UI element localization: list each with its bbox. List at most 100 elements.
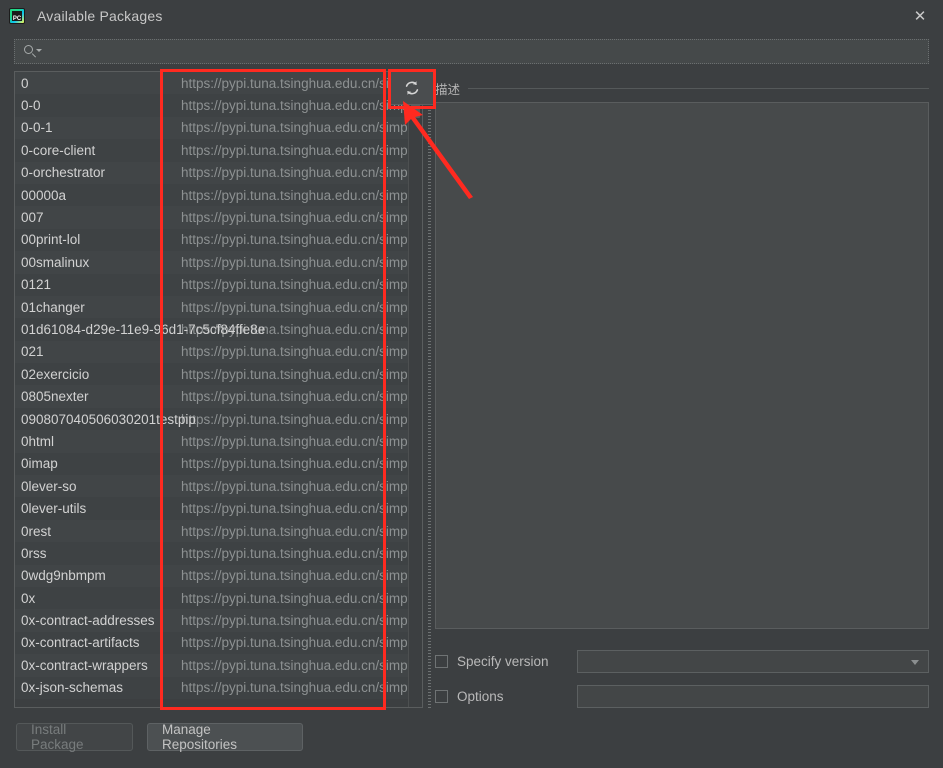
- install-options: Specify version Options: [435, 638, 929, 708]
- package-name-cell: 0121: [15, 277, 175, 292]
- table-row[interactable]: 0resthttps://pypi.tuna.tsinghua.edu.cn/s…: [15, 520, 409, 542]
- description-header: 描述: [435, 79, 929, 97]
- package-name-cell: 0-0-1: [15, 120, 175, 135]
- package-repository-cell: https://pypi.tuna.tsinghua.edu.cn/simple…: [175, 434, 409, 449]
- options-label: Options: [457, 689, 577, 704]
- package-repository-cell: https://pypi.tuna.tsinghua.edu.cn/simple…: [175, 613, 409, 628]
- description-body: [435, 102, 929, 629]
- table-row[interactable]: 00000ahttps://pypi.tuna.tsinghua.edu.cn/…: [15, 184, 409, 206]
- search-icon[interactable]: [15, 45, 45, 58]
- version-combobox[interactable]: [577, 650, 929, 673]
- package-name-cell: 021: [15, 344, 175, 359]
- table-row[interactable]: 0121https://pypi.tuna.tsinghua.edu.cn/si…: [15, 274, 409, 296]
- pycharm-icon: PC: [9, 8, 25, 24]
- package-name-cell: 0-orchestrator: [15, 165, 175, 180]
- package-repository-cell: https://pypi.tuna.tsinghua.edu.cn/simple…: [175, 367, 409, 382]
- table-row[interactable]: 0wdg9nbmpmhttps://pypi.tuna.tsinghua.edu…: [15, 565, 409, 587]
- title-bar: PC Available Packages ✕: [0, 0, 943, 31]
- package-repository-cell: https://pypi.tuna.tsinghua.edu.cn/simple…: [175, 658, 409, 673]
- table-row[interactable]: 0805nexterhttps://pypi.tuna.tsinghua.edu…: [15, 385, 409, 407]
- package-repository-cell: https://pypi.tuna.tsinghua.edu.cn/simple…: [175, 524, 409, 539]
- package-repository-cell: https://pypi.tuna.tsinghua.edu.cn/simple…: [175, 412, 409, 427]
- refresh-icon[interactable]: [390, 70, 434, 105]
- description-title: 描述: [435, 79, 468, 98]
- package-name-cell: 0805nexter: [15, 389, 175, 404]
- package-repository-cell: https://pypi.tuna.tsinghua.edu.cn/simple…: [175, 501, 409, 516]
- table-row[interactable]: 0x-contract-artifactshttps://pypi.tuna.t…: [15, 632, 409, 654]
- app-icon-label: PC: [10, 16, 24, 22]
- package-repository-cell: https://pypi.tuna.tsinghua.edu.cn/simple…: [175, 568, 409, 583]
- table-row[interactable]: 0htmlhttps://pypi.tuna.tsinghua.edu.cn/s…: [15, 430, 409, 452]
- install-package-button[interactable]: Install Package: [16, 723, 133, 751]
- package-name-cell: 01changer: [15, 300, 175, 315]
- available-packages-table[interactable]: 0https://pypi.tuna.tsinghua.edu.cn/simpl…: [14, 71, 423, 708]
- package-name-cell: 0html: [15, 434, 175, 449]
- description-panel: 描述 Specify version Options: [435, 71, 929, 708]
- package-name-cell: 0-core-client: [15, 143, 175, 158]
- package-name-cell: 00smalinux: [15, 255, 175, 270]
- specify-version-label: Specify version: [457, 654, 577, 669]
- package-name-cell: 0rest: [15, 524, 175, 539]
- table-row[interactable]: 0-0-1https://pypi.tuna.tsinghua.edu.cn/s…: [15, 117, 409, 139]
- package-repository-cell: https://pypi.tuna.tsinghua.edu.cn/simple…: [175, 188, 409, 203]
- table-row[interactable]: 007https://pypi.tuna.tsinghua.edu.cn/sim…: [15, 206, 409, 228]
- specify-version-row: Specify version: [435, 650, 929, 672]
- package-repository-cell: https://pypi.tuna.tsinghua.edu.cn/simple…: [175, 456, 409, 471]
- package-repository-cell: https://pypi.tuna.tsinghua.edu.cn/simple…: [175, 255, 409, 270]
- package-list-scrollbar[interactable]: [408, 72, 422, 707]
- table-row[interactable]: 0x-json-schemashttps://pypi.tuna.tsinghu…: [15, 677, 409, 699]
- package-rows-container[interactable]: 0https://pypi.tuna.tsinghua.edu.cn/simpl…: [15, 72, 409, 707]
- table-row[interactable]: 0xhttps://pypi.tuna.tsinghua.edu.cn/simp…: [15, 587, 409, 609]
- table-row[interactable]: 0https://pypi.tuna.tsinghua.edu.cn/simpl…: [15, 72, 409, 94]
- package-repository-cell: https://pypi.tuna.tsinghua.edu.cn/simple…: [175, 591, 409, 606]
- table-row[interactable]: 00smalinuxhttps://pypi.tuna.tsinghua.edu…: [15, 251, 409, 273]
- table-row[interactable]: 0imaphttps://pypi.tuna.tsinghua.edu.cn/s…: [15, 453, 409, 475]
- package-repository-cell: https://pypi.tuna.tsinghua.edu.cn/simple…: [175, 210, 409, 225]
- table-row[interactable]: 01changerhttps://pypi.tuna.tsinghua.edu.…: [15, 296, 409, 318]
- window-title: Available Packages: [37, 8, 163, 24]
- package-repository-cell: https://pypi.tuna.tsinghua.edu.cn/simple…: [175, 98, 409, 113]
- package-repository-cell: https://pypi.tuna.tsinghua.edu.cn/simple…: [175, 344, 409, 359]
- package-repository-cell: https://pypi.tuna.tsinghua.edu.cn/simple…: [175, 120, 409, 135]
- close-icon[interactable]: ✕: [897, 0, 943, 31]
- manage-repositories-button[interactable]: Manage Repositories: [147, 723, 303, 751]
- package-repository-cell: https://pypi.tuna.tsinghua.edu.cn/simple…: [175, 635, 409, 650]
- package-repository-cell: https://pypi.tuna.tsinghua.edu.cn/simple…: [175, 546, 409, 561]
- search-bar[interactable]: [14, 39, 929, 64]
- package-name-cell: 0rss: [15, 546, 175, 561]
- table-row[interactable]: 021https://pypi.tuna.tsinghua.edu.cn/sim…: [15, 341, 409, 363]
- options-checkbox[interactable]: [435, 690, 448, 703]
- table-row[interactable]: 0-core-clienthttps://pypi.tuna.tsinghua.…: [15, 139, 409, 161]
- package-name-cell: 00print-lol: [15, 232, 175, 247]
- package-name-cell: 0wdg9nbmpm: [15, 568, 175, 583]
- table-row[interactable]: 0x-contract-addresseshttps://pypi.tuna.t…: [15, 609, 409, 631]
- package-name-cell: 0-0: [15, 98, 175, 113]
- table-row[interactable]: 0-orchestratorhttps://pypi.tuna.tsinghua…: [15, 162, 409, 184]
- table-row[interactable]: 0lever-sohttps://pypi.tuna.tsinghua.edu.…: [15, 475, 409, 497]
- package-name-cell: 0x-json-schemas: [15, 680, 175, 695]
- options-input[interactable]: [577, 685, 929, 708]
- table-row[interactable]: 0x-contract-wrappershttps://pypi.tuna.ts…: [15, 654, 409, 676]
- description-separator: [468, 88, 929, 89]
- package-repository-cell: https://pypi.tuna.tsinghua.edu.cn/simple…: [175, 232, 409, 247]
- panel-splitter[interactable]: [424, 71, 435, 708]
- search-input[interactable]: [45, 44, 928, 59]
- package-repository-cell: https://pypi.tuna.tsinghua.edu.cn/simple…: [175, 300, 409, 315]
- package-repository-cell: https://pypi.tuna.tsinghua.edu.cn/simple…: [175, 165, 409, 180]
- table-row[interactable]: 01d61084-d29e-11e9-96d1-7c5cf84ffe8ehttp…: [15, 318, 409, 340]
- package-name-cell: 0x-contract-addresses: [15, 613, 175, 628]
- package-name-cell: 01d61084-d29e-11e9-96d1-7c5cf84ffe8e: [15, 322, 175, 337]
- table-row[interactable]: 0-0https://pypi.tuna.tsinghua.edu.cn/sim…: [15, 94, 409, 116]
- table-row[interactable]: 02exerciciohttps://pypi.tuna.tsinghua.ed…: [15, 363, 409, 385]
- package-name-cell: 0imap: [15, 456, 175, 471]
- splitter-grip: [428, 71, 431, 708]
- table-row[interactable]: 00print-lolhttps://pypi.tuna.tsinghua.ed…: [15, 229, 409, 251]
- package-name-cell: 007: [15, 210, 175, 225]
- table-row[interactable]: 0rsshttps://pypi.tuna.tsinghua.edu.cn/si…: [15, 542, 409, 564]
- package-name-cell: 0x: [15, 591, 175, 606]
- specify-version-checkbox[interactable]: [435, 655, 448, 668]
- table-row[interactable]: 090807040506030201testpiphttps://pypi.tu…: [15, 408, 409, 430]
- package-name-cell: 00000a: [15, 188, 175, 203]
- package-name-cell: 0lever-so: [15, 479, 175, 494]
- table-row[interactable]: 0lever-utilshttps://pypi.tuna.tsinghua.e…: [15, 497, 409, 519]
